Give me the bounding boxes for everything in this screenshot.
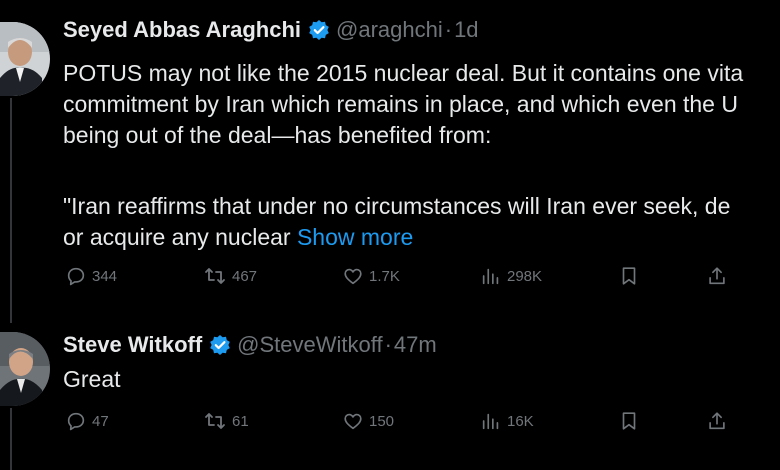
avatar-araghchi[interactable] — [0, 22, 50, 96]
views-count: 298K — [507, 267, 543, 285]
thread-connector — [10, 98, 12, 323]
like-count: 1.7K — [369, 267, 400, 285]
like-icon — [344, 413, 362, 430]
repost-count: 467 — [232, 267, 258, 285]
like-button[interactable]: 150 — [342, 410, 394, 432]
reply-icon — [67, 267, 85, 286]
bookmark-button[interactable] — [618, 410, 640, 432]
share-icon — [709, 267, 725, 285]
text-line: commitment by Iran which remains in plac… — [63, 91, 738, 117]
reply-button[interactable]: 47 — [65, 410, 109, 432]
bookmark-icon — [622, 412, 636, 430]
tweet-witkoff[interactable]: Steve Witkoff @SteveWitkoff · 47m Great … — [0, 310, 780, 470]
views-count: 16K — [507, 412, 534, 430]
text-line: "Iran reaffirms that under no circumstan… — [63, 191, 743, 222]
text-line-content: "Iran reaffirms that under no circumstan… — [63, 193, 731, 219]
share-button[interactable] — [706, 265, 728, 287]
reply-button[interactable]: 344 — [65, 265, 117, 287]
tweet-text: Great — [63, 364, 121, 395]
tweet-text: POTUS may not like the 2015 nuclear deal… — [63, 58, 743, 253]
like-button[interactable]: 1.7K — [342, 265, 400, 287]
separator-dot: · — [384, 332, 392, 357]
bookmark-button[interactable] — [618, 265, 640, 287]
text-line: being out of the deal—has benefited from… — [63, 122, 492, 148]
repost-button[interactable]: 61 — [203, 410, 249, 432]
views-button[interactable]: 298K — [480, 265, 542, 287]
verified-badge-icon — [308, 19, 330, 41]
text-line-content: or acquire any nuclear — [63, 224, 297, 250]
thread-connector — [10, 408, 12, 470]
views-icon — [482, 268, 499, 285]
share-icon — [709, 412, 725, 430]
text-line: Great — [63, 366, 121, 392]
tweet-time[interactable]: 1d — [454, 17, 478, 43]
tweet-header: Seyed Abbas Araghchi @araghchi · 1d — [63, 17, 479, 43]
verified-badge-icon — [209, 334, 231, 356]
author-handle[interactable]: @araghchi — [336, 17, 443, 43]
tweet-araghchi[interactable]: Seyed Abbas Araghchi @araghchi · 1d POTU… — [0, 0, 780, 323]
avatar-araghchi-image — [0, 22, 50, 96]
text-line-blank — [63, 151, 743, 182]
avatar-witkoff[interactable] — [0, 332, 50, 406]
share-button[interactable] — [706, 410, 728, 432]
like-count: 150 — [369, 412, 395, 430]
like-icon — [344, 268, 362, 285]
reply-count: 47 — [92, 412, 109, 430]
views-icon — [482, 413, 499, 430]
repost-button[interactable]: 467 — [203, 265, 257, 287]
repost-icon — [205, 413, 225, 429]
tweet-header: Steve Witkoff @SteveWitkoff · 47m — [63, 332, 437, 358]
repost-count: 61 — [232, 412, 249, 430]
bookmark-icon — [622, 267, 636, 285]
tweet-actions: 47 61 150 16K — [63, 410, 780, 434]
author-handle[interactable]: @SteveWitkoff — [237, 332, 382, 358]
author-name[interactable]: Steve Witkoff — [63, 332, 202, 358]
tweet-time[interactable]: 47m — [394, 332, 437, 358]
tweet-actions: 344 467 1.7K 298K — [63, 265, 780, 289]
reply-count: 344 — [92, 267, 118, 285]
text-line-last: or acquire any nuclear Show more — [63, 222, 743, 253]
text-line: POTUS may not like the 2015 nuclear deal… — [63, 60, 744, 86]
author-name[interactable]: Seyed Abbas Araghchi — [63, 17, 301, 43]
show-more-link[interactable]: Show more — [297, 224, 413, 250]
views-button[interactable]: 16K — [480, 410, 534, 432]
avatar-witkoff-image — [0, 332, 50, 406]
separator-dot: · — [444, 17, 453, 42]
repost-icon — [205, 268, 225, 284]
reply-icon — [67, 412, 85, 431]
